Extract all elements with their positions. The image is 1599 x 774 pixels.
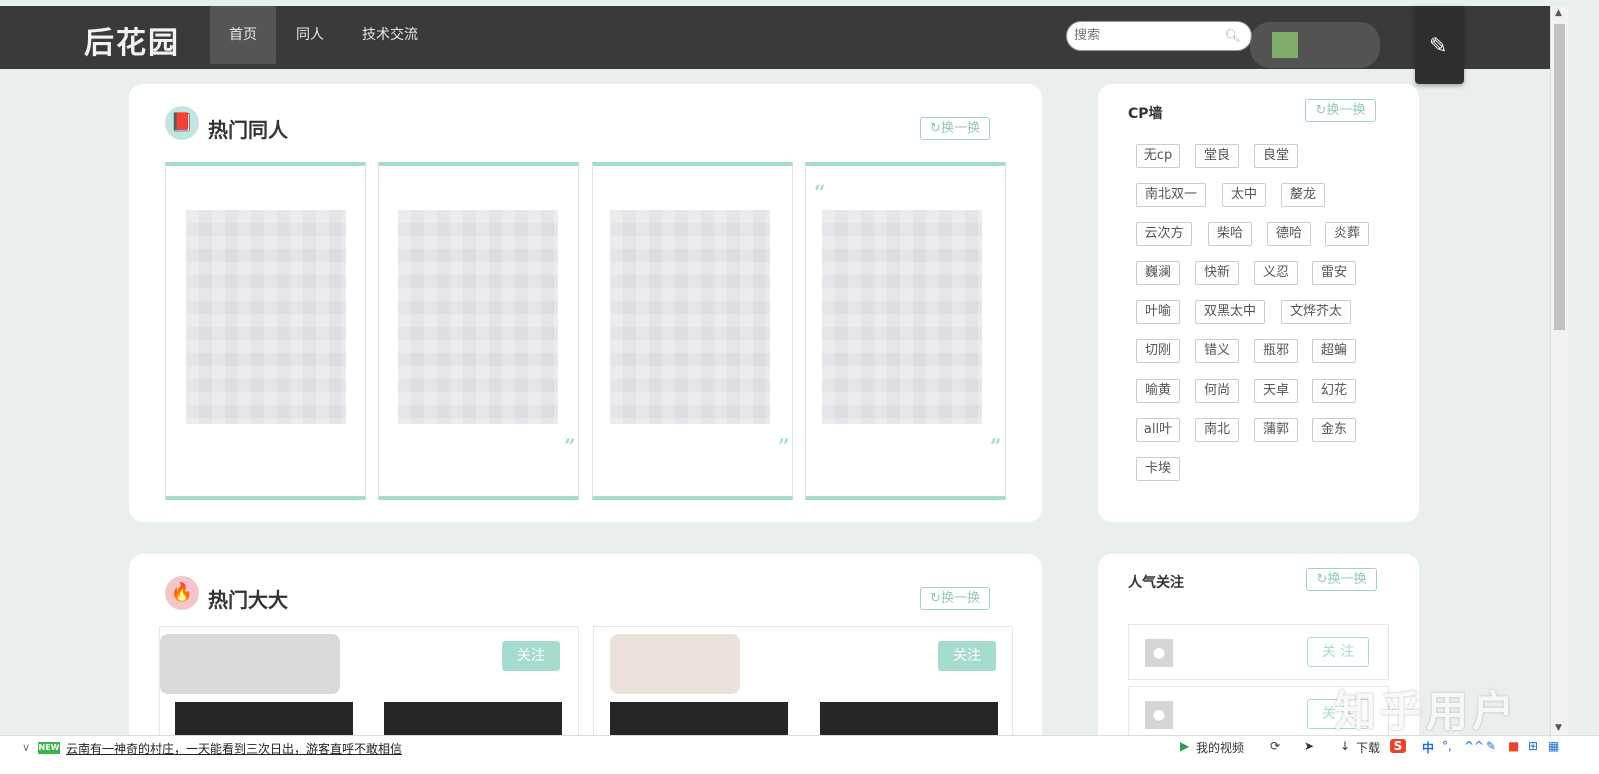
site-logo[interactable]: 后花园 (84, 18, 180, 62)
punctuation-icon[interactable]: °, (1442, 739, 1452, 753)
cp-tag[interactable]: 南北 (1195, 418, 1239, 442)
news-ticker-link[interactable]: 云南有一神奇的村庄，一天能看到三次日出，游客直呼不敢相信 (66, 740, 402, 757)
write-button[interactable]: ✎ (1415, 6, 1464, 84)
new-badge: NEW (38, 742, 60, 754)
cp-tag[interactable]: 良堂 (1254, 144, 1298, 168)
cp-tag[interactable]: 柴哈 (1208, 222, 1252, 246)
hot-artists-swap-button[interactable]: ↻换一换 (920, 587, 990, 610)
hot-doujin-swap-button[interactable]: ↻换一换 (920, 117, 990, 140)
hot-doujin-title: 热门同人 (208, 118, 288, 142)
cp-tag[interactable]: 文烨芥太 (1281, 300, 1351, 324)
cp-tag[interactable]: 喻黄 (1136, 379, 1180, 403)
scrollbar[interactable]: ▲ ▼ (1550, 6, 1568, 735)
chevron-down-icon[interactable]: ∨ (22, 741, 30, 754)
list-item: ● 关 注 (1128, 624, 1389, 680)
watermark: 知乎用户 (1334, 687, 1519, 736)
close-quote-icon: ” (778, 434, 790, 458)
pen-icon[interactable]: ✎ (1486, 739, 1496, 753)
emoji-icon[interactable]: ^^ (1464, 739, 1484, 753)
cp-tag[interactable]: 双黑太中 (1195, 300, 1265, 324)
scrollbar-thumb[interactable] (1554, 24, 1565, 330)
cp-tag[interactable]: 何尚 (1195, 379, 1239, 403)
cp-tag[interactable]: 堂良 (1195, 144, 1239, 168)
rocket-icon[interactable]: ➤ (1304, 739, 1314, 753)
browser-status-bar: ∨ NEW 云南有一神奇的村庄，一天能看到三次日出，游客直呼不敢相信 ▶ 我的视… (0, 735, 1599, 774)
close-quote-icon: ” (564, 434, 576, 458)
doujin-preview-blurred (398, 210, 558, 424)
cp-tag[interactable]: 金东 (1312, 418, 1356, 442)
top-navbar: 后花园 首页 同人 技术交流 🔍︎ (0, 6, 1550, 69)
user-icon: ● (1145, 701, 1173, 729)
follow-button[interactable]: 关 注 (1307, 637, 1369, 667)
ime-mode[interactable]: 中 (1422, 739, 1434, 756)
download-icon: ↓ (1340, 739, 1351, 753)
cp-tag[interactable]: 叶喻 (1136, 300, 1180, 324)
nav-home[interactable]: 首页 (210, 6, 276, 64)
doujin-preview-blurred (822, 210, 982, 424)
follow-button[interactable]: 关注 (938, 641, 996, 671)
cp-tag[interactable]: 巍澜 (1136, 261, 1180, 285)
cp-tag[interactable]: 超蝙 (1312, 339, 1356, 363)
cp-wall-title: CP墙 (1128, 106, 1163, 122)
cp-tag[interactable]: 切刚 (1136, 339, 1180, 363)
video-icon: ▶ (1180, 739, 1190, 753)
cp-tag[interactable]: 无cp (1136, 144, 1180, 168)
hot-artists-title: 热门大大 (208, 588, 288, 612)
popular-follow-title: 人气关注 (1128, 575, 1184, 591)
cp-tag[interactable]: 卡埃 (1136, 457, 1180, 481)
doujin-preview-blurred (186, 210, 346, 424)
cp-tag[interactable]: 炎葬 (1325, 222, 1369, 246)
open-quote-icon: “ (814, 180, 826, 204)
artist-avatar-blurred (160, 634, 340, 694)
cp-wall-swap-button[interactable]: ↻换一换 (1305, 99, 1376, 122)
avatar[interactable] (1272, 32, 1298, 58)
cp-tag[interactable]: 嫠龙 (1281, 183, 1325, 207)
user-icon: ● (1145, 639, 1173, 667)
nav-doujin[interactable]: 同人 (286, 6, 334, 64)
my-video-link[interactable]: 我的视频 (1196, 739, 1244, 756)
cp-tag[interactable]: 南北双一 (1136, 183, 1206, 207)
scroll-up-icon[interactable]: ▲ (1555, 8, 1562, 18)
user-info-blurred (1250, 22, 1380, 68)
cp-tag[interactable]: 蒲郭 (1254, 418, 1298, 442)
cp-tag[interactable]: all叶 (1136, 418, 1180, 442)
cp-tag[interactable]: 快新 (1195, 261, 1239, 285)
close-quote-icon: ” (990, 434, 1002, 458)
toolbox-icon[interactable]: ⊞ (1528, 739, 1538, 753)
speed-icon[interactable]: ⟳ (1270, 739, 1280, 753)
follow-button[interactable]: 关注 (502, 641, 560, 671)
cp-tag[interactable]: 太中 (1222, 183, 1266, 207)
search-box: 🔍︎ (1066, 21, 1252, 51)
sogou-ime-icon[interactable]: S (1390, 739, 1406, 753)
search-input[interactable] (1074, 28, 1224, 43)
grid-icon[interactable]: ▦ (1548, 739, 1559, 753)
book-icon: 📕 (165, 106, 199, 140)
popular-follow-swap-button[interactable]: ↻换一换 (1306, 568, 1377, 591)
cp-tag[interactable]: 云次方 (1136, 222, 1192, 246)
cp-tag[interactable]: 义忍 (1254, 261, 1298, 285)
search-icon[interactable]: 🔍︎ (1224, 29, 1241, 44)
cp-tag[interactable]: 瓶邪 (1254, 339, 1298, 363)
download-link[interactable]: 下载 (1356, 739, 1380, 756)
cp-tag[interactable]: 雷安 (1312, 261, 1356, 285)
cp-tag[interactable]: 幻花 (1312, 379, 1356, 403)
cp-tag[interactable]: 德哈 (1267, 222, 1311, 246)
scroll-down-icon[interactable]: ▼ (1555, 723, 1562, 733)
nav-tech[interactable]: 技术交流 (352, 6, 428, 64)
fire-icon: 🔥 (165, 576, 199, 610)
artist-avatar-blurred (610, 634, 740, 694)
cp-tag[interactable]: 天卓 (1254, 379, 1298, 403)
doujin-preview-blurred (610, 210, 770, 424)
cp-tag[interactable]: 错义 (1195, 339, 1239, 363)
brush-icon: ✎ (1429, 34, 1448, 59)
skin-icon[interactable]: ■ (1508, 739, 1519, 753)
